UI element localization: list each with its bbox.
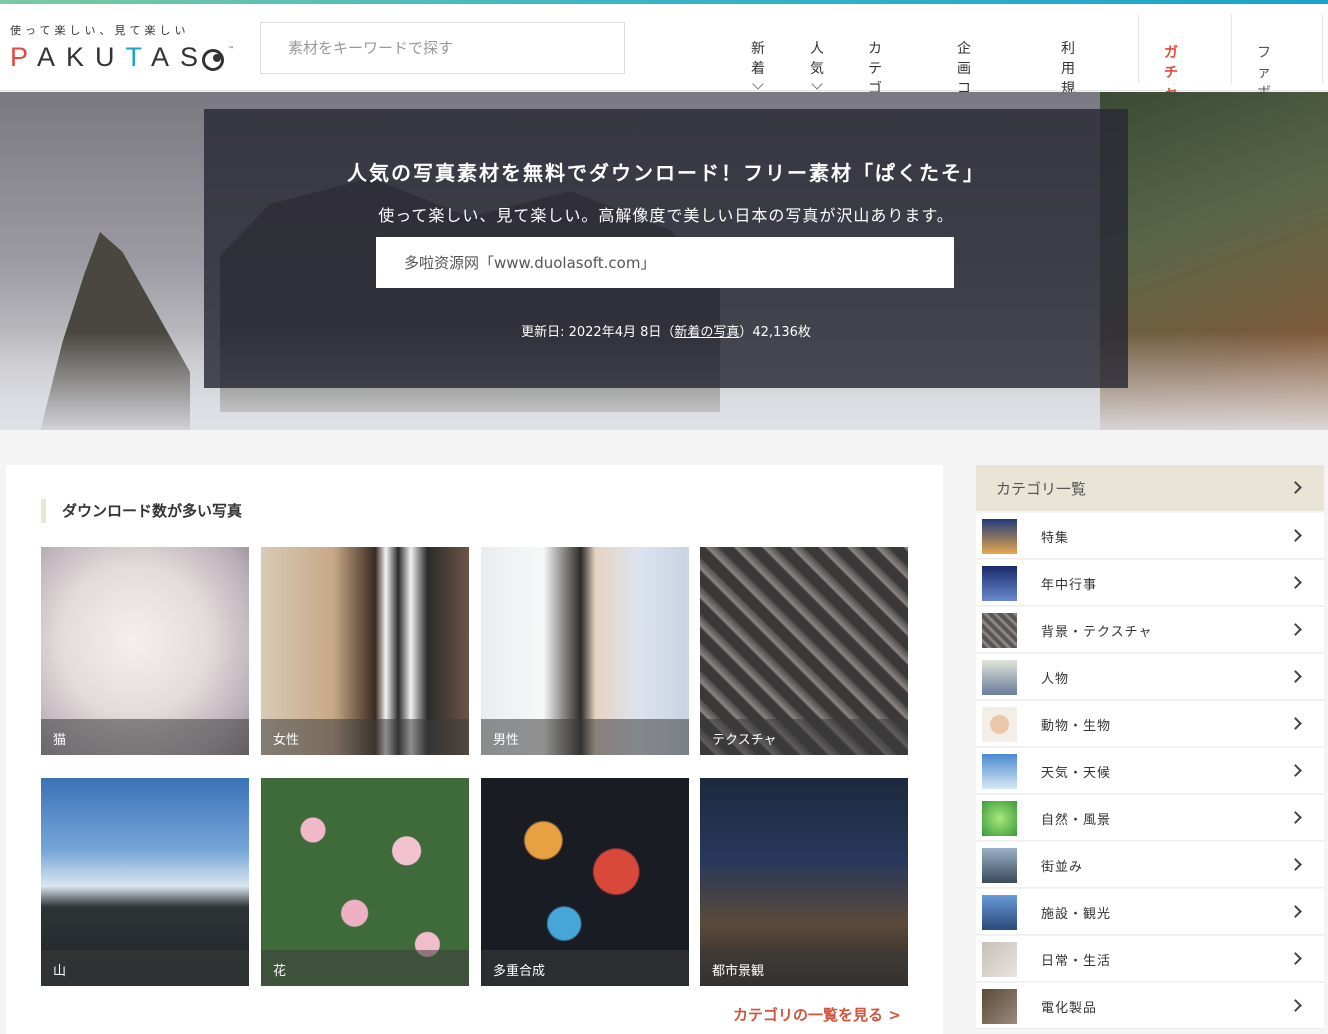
sidebar-item-background-texture[interactable]: 背景・テクスチャ (976, 607, 1324, 653)
hero-subtitle: 使って楽しい、見て楽しい。高解像度で美しい日本の写真が沢山あります。 (378, 206, 954, 225)
chevron-down-icon (752, 78, 764, 90)
chevron-right-icon (1289, 858, 1302, 871)
nav-popular[interactable]: 人気 (810, 38, 824, 90)
chevron-down-icon (811, 78, 823, 90)
photo-tile-multiple-exposure[interactable]: 多重合成 (481, 778, 689, 986)
sidebar-item-electronics[interactable]: 電化製品 (976, 983, 1324, 1029)
nav-divider (1138, 14, 1139, 84)
chevron-right-icon (1289, 529, 1302, 542)
tile-caption: 女性 (261, 719, 469, 755)
sidebar-item-label: 日常・生活 (1041, 954, 1112, 969)
logo-o-icon (202, 49, 224, 71)
sidebar-item-nature[interactable]: 自然・風景 (976, 795, 1324, 841)
update-prefix: 更新日: 2022年4月 8日（ (521, 325, 675, 340)
sidebar-item-people[interactable]: 人物 (976, 654, 1324, 700)
sidebar-item-annual-events[interactable]: 年中行事 (976, 560, 1324, 606)
category-thumb (982, 942, 1017, 977)
photo-tile-man[interactable]: 男性 (481, 547, 689, 755)
photo-tile-woman[interactable]: 女性 (261, 547, 469, 755)
chevron-right-icon (1289, 623, 1302, 636)
sidebar-title: カテゴリ一覧 (996, 480, 1087, 498)
sidebar-item-label: 背景・テクスチャ (1041, 625, 1153, 640)
nav-divider (1231, 14, 1232, 84)
nav-new[interactable]: 新着 (751, 38, 765, 90)
logo-wordmark: PAKUTAS (10, 42, 210, 72)
header-search-input[interactable]: 素材をキーワードで探す (260, 22, 625, 74)
new-photos-link[interactable]: 新着の写真 (674, 325, 739, 340)
photo-tile-cityscape[interactable]: 都市景観 (700, 778, 908, 986)
tile-caption: 多重合成 (481, 950, 689, 986)
sidebar-item-label: 特集 (1041, 531, 1070, 546)
sidebar-item-label: 自然・風景 (1041, 813, 1112, 828)
nav-popular-label: 人気 (810, 41, 824, 77)
chevron-right-icon (1289, 717, 1302, 730)
chevron-right-icon (1289, 905, 1302, 918)
sidebar-item-label: 年中行事 (1041, 578, 1098, 593)
tile-caption: 都市景観 (700, 950, 908, 986)
chevron-right-icon (1289, 481, 1302, 494)
sidebar-item-daily-life[interactable]: 日常・生活 (976, 936, 1324, 982)
category-thumb (982, 801, 1017, 836)
tile-caption: 猫 (41, 719, 249, 755)
section-title: ダウンロード数が多い写真 (41, 499, 242, 523)
category-thumb (982, 895, 1017, 930)
tile-caption: 男性 (481, 719, 689, 755)
chevron-right-icon (1289, 576, 1302, 589)
category-thumb (982, 754, 1017, 789)
chevron-right-icon (1289, 952, 1302, 965)
sidebar-item-facilities[interactable]: 施設・観光 (976, 889, 1324, 935)
tile-caption: 山 (41, 950, 249, 986)
popular-downloads-section: ダウンロード数が多い写真 猫 女性 男性 テクスチャ 山 花 多重合成 都市景観… (6, 465, 943, 1034)
photo-tile-flowers[interactable]: 花 (261, 778, 469, 986)
photo-tile-mountain[interactable]: 山 (41, 778, 249, 986)
sidebar-item-weather[interactable]: 天気・天候 (976, 748, 1324, 794)
photo-tile-cat[interactable]: 猫 (41, 547, 249, 755)
chevron-right-icon (1289, 811, 1302, 824)
logo-tagline: 使って楽しい、見て楽しい (10, 24, 190, 37)
sidebar-header[interactable]: カテゴリ一覧 (976, 465, 1324, 511)
nav-new-label: 新着 (751, 41, 765, 77)
photo-tile-texture[interactable]: テクスチャ (700, 547, 908, 755)
category-thumb (982, 707, 1017, 742)
sidebar-item-label: 街並み (1041, 860, 1084, 875)
site-header: 使って楽しい、見て楽しい PAKUTAS ™ 素材をキーワードで探す 新着 人気… (0, 4, 1328, 150)
view-all-categories-link[interactable]: カテゴリの一覧を見る > (733, 1004, 901, 1025)
category-sidebar: カテゴリ一覧 特集 年中行事 背景・テクスチャ 人物 動物・生物 天気・天候 自… (976, 465, 1324, 1034)
nav-divider (1322, 14, 1323, 84)
chevron-right-icon (1289, 764, 1302, 777)
sidebar-item-feature[interactable]: 特集 (976, 513, 1324, 559)
category-thumb (982, 566, 1017, 601)
site-logo[interactable]: 使って楽しい、見て楽しい PAKUTAS ™ (10, 22, 240, 82)
hero-search-input[interactable]: 多啦资源网「www.duolasoft.com」 (376, 237, 954, 288)
category-thumb (982, 519, 1017, 554)
category-thumb (982, 989, 1017, 1024)
category-thumb (982, 613, 1017, 648)
sidebar-item-label: 電化製品 (1041, 1001, 1098, 1016)
sidebar-item-animals[interactable]: 動物・生物 (976, 701, 1324, 747)
hero-panel: 人気の写真素材を無料でダウンロード！フリー素材「ぱくたそ」 使って楽しい、見て楽… (204, 109, 1128, 388)
hero-title: 人気の写真素材を無料でダウンロード！フリー素材「ぱくたそ」 (347, 161, 985, 185)
category-thumb (982, 848, 1017, 883)
chevron-right-icon (1289, 670, 1302, 683)
logo-trademark: ™ (228, 46, 234, 53)
sidebar-item-label: 天気・天候 (1041, 766, 1112, 781)
chevron-right-icon (1289, 999, 1302, 1012)
tile-caption: テクスチャ (700, 719, 908, 755)
sidebar-item-label: 施設・観光 (1041, 907, 1112, 922)
tile-caption: 花 (261, 950, 469, 986)
update-suffix: ）42,136枚 (739, 325, 811, 340)
hero-update-info: 更新日: 2022年4月 8日（新着の写真）42,136枚 (204, 321, 1128, 340)
category-thumb (982, 660, 1017, 695)
sidebar-item-label: 人物 (1041, 672, 1070, 687)
hero-banner: 人気の写真素材を無料でダウンロード！フリー素材「ぱくたそ」 使って楽しい、見て楽… (0, 92, 1328, 430)
sidebar-item-label: 動物・生物 (1041, 719, 1112, 734)
sidebar-item-townscape[interactable]: 街並み (976, 842, 1324, 888)
